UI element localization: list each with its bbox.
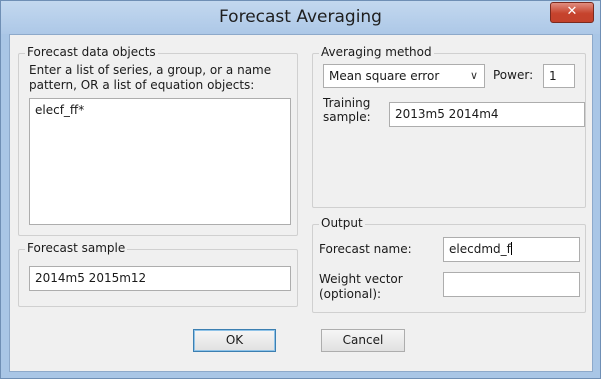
averaging-method-value: Mean square error bbox=[329, 69, 440, 83]
averaging-method-select[interactable]: Mean square error ∨ bbox=[323, 64, 485, 88]
ok-button[interactable]: OK bbox=[193, 329, 276, 352]
chevron-down-icon[interactable]: ∨ bbox=[470, 65, 478, 87]
title-bar[interactable]: Forecast Averaging ✕ bbox=[1, 1, 600, 34]
averaging-method-legend: Averaging method bbox=[319, 45, 434, 59]
forecast-sample-legend: Forecast sample bbox=[25, 241, 128, 255]
close-icon[interactable]: ✕ bbox=[550, 2, 594, 23]
forecast-name-input[interactable]: elecdmd_f bbox=[443, 237, 580, 262]
training-sample-input[interactable]: 2013m5 2014m4 bbox=[389, 102, 585, 127]
forecast-data-instructions: Enter a list of series, a group, or a na… bbox=[29, 63, 272, 92]
forecast-data-input[interactable]: elecf_ff* bbox=[29, 98, 291, 225]
forecast-data-group: Forecast data objects Enter a list of se… bbox=[18, 45, 298, 236]
text-caret bbox=[510, 242, 512, 255]
forecast-name-value: elecdmd_f bbox=[449, 242, 511, 256]
dialog-window: Forecast Averaging ✕ Forecast data objec… bbox=[0, 0, 601, 379]
window-title: Forecast Averaging bbox=[219, 7, 382, 27]
forecast-sample-input[interactable]: 2014m5 2015m12 bbox=[29, 266, 291, 291]
power-label: Power: bbox=[493, 68, 534, 82]
output-legend: Output bbox=[319, 216, 365, 230]
weight-vector-input[interactable] bbox=[443, 272, 580, 297]
output-group: Output Forecast name: elecdmd_f Weight v… bbox=[312, 216, 586, 313]
training-sample-label: Training sample: bbox=[323, 96, 371, 124]
forecast-sample-group: Forecast sample 2014m5 2015m12 bbox=[18, 241, 298, 307]
forecast-data-legend: Forecast data objects bbox=[25, 45, 158, 59]
weight-vector-label: Weight vector (optional): bbox=[319, 272, 403, 301]
power-input[interactable]: 1 bbox=[543, 64, 575, 88]
forecast-name-label: Forecast name: bbox=[319, 242, 412, 256]
cancel-button[interactable]: Cancel bbox=[321, 329, 405, 352]
averaging-method-group: Averaging method Mean square error ∨ Pow… bbox=[312, 45, 586, 208]
dialog-body: Forecast data objects Enter a list of se… bbox=[9, 34, 593, 372]
